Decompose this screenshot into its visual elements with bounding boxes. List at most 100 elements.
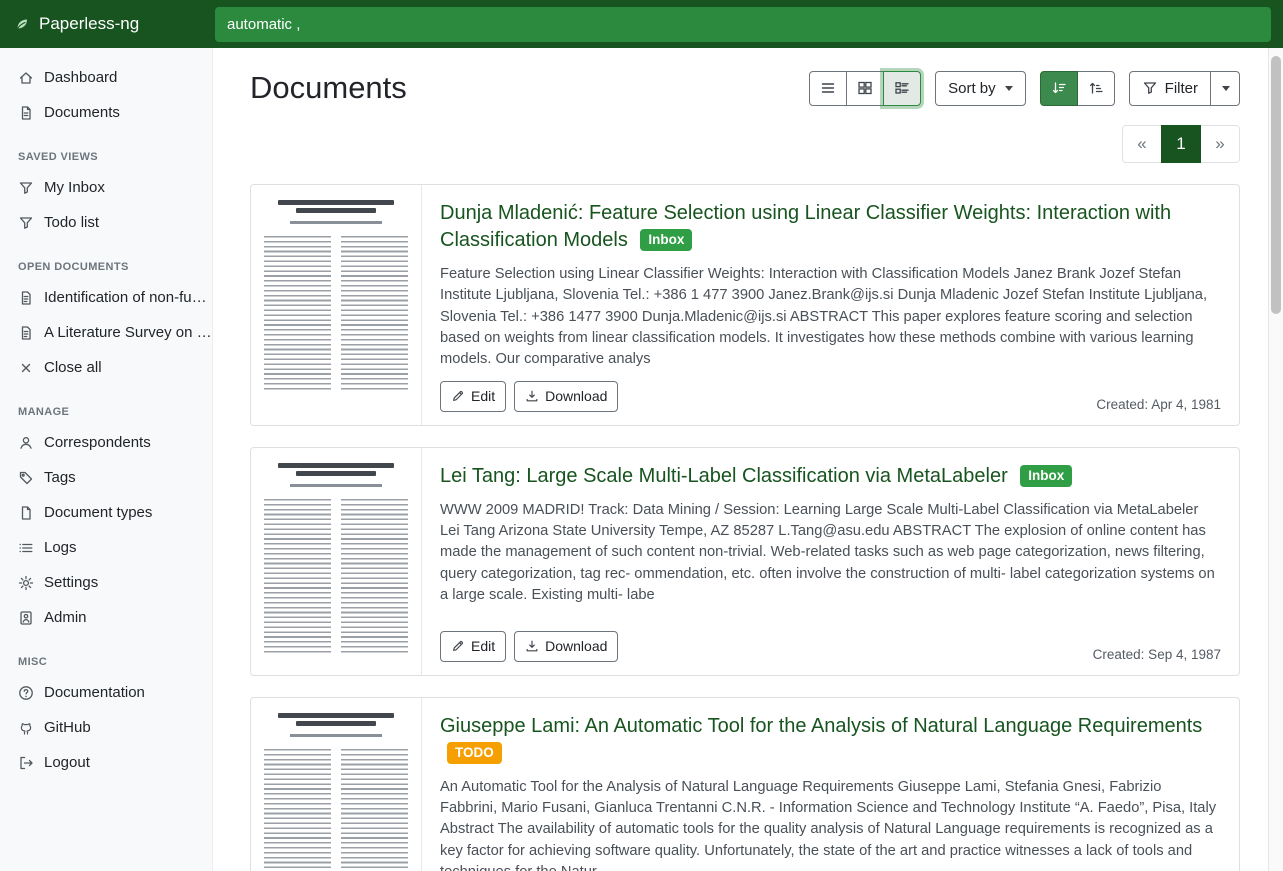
created-date: Created: Apr 4, 1981 <box>1096 397 1221 412</box>
sidebar: Dashboard Documents SAVED VIEWS My Inbox… <box>0 48 213 871</box>
sidebar-item-label: Todo list <box>44 214 99 231</box>
sidebar-item-dashboard[interactable]: Dashboard <box>0 60 212 95</box>
sidebar-section-manage: MANAGE <box>0 385 212 425</box>
thumbnail-columns <box>264 749 408 871</box>
sort-direction-group <box>1040 71 1115 106</box>
document-excerpt: WWW 2009 MADRID! Track: Data Mining / Se… <box>440 500 1221 607</box>
file-icon <box>18 505 34 521</box>
edit-label: Edit <box>471 388 495 404</box>
sidebar-item-label: Logout <box>44 754 90 771</box>
sidebar-item-label: Logs <box>44 539 77 556</box>
sidebar-item-documentation[interactable]: Documentation <box>0 675 212 710</box>
document-actions: Edit Download <box>440 631 618 662</box>
file-text-icon <box>18 325 34 341</box>
pencil-icon <box>451 389 465 403</box>
document-title-link[interactable]: Dunja Mladenić: Feature Selection using … <box>440 200 1221 254</box>
sidebar-item-logs[interactable]: Logs <box>0 530 212 565</box>
main-content: Documents <box>213 48 1283 871</box>
sidebar-item-open-document-1[interactable]: Identification of non-fu… <box>0 280 212 315</box>
thumbnail-text-line <box>296 471 377 476</box>
document-title-link[interactable]: Giuseppe Lami: An Automatic Tool for the… <box>440 713 1221 767</box>
sidebar-item-label: Correspondents <box>44 434 151 451</box>
tag-badge-todo[interactable]: TODO <box>447 742 502 764</box>
document-card-body: Lei Tang: Large Scale Multi-Label Classi… <box>422 448 1239 675</box>
thumbnail-text-line <box>290 734 382 737</box>
thumbnail-text-line <box>296 721 377 726</box>
download-icon <box>525 389 539 403</box>
document-thumbnail[interactable] <box>251 185 422 425</box>
edit-label: Edit <box>471 638 495 654</box>
sidebar-item-label: My Inbox <box>44 179 105 196</box>
filter-split-button: Filter <box>1129 71 1240 106</box>
document-actions: Edit Download <box>440 381 618 412</box>
sidebar-item-close-all[interactable]: Close all <box>0 350 212 385</box>
page-header: Documents <box>250 70 1240 106</box>
toolbar: Sort by <box>809 71 1240 106</box>
sidebar-item-github[interactable]: GitHub <box>0 710 212 745</box>
global-search-input[interactable] <box>215 7 1271 42</box>
edit-button[interactable]: Edit <box>440 631 506 662</box>
sidebar-item-correspondents[interactable]: Correspondents <box>0 425 212 460</box>
download-button[interactable]: Download <box>514 631 618 662</box>
view-toggle-group <box>809 71 921 106</box>
sidebar-section-open-documents: OPEN DOCUMENTS <box>0 240 212 280</box>
sidebar-item-label: Admin <box>44 609 87 626</box>
edit-button[interactable]: Edit <box>440 381 506 412</box>
sort-by-dropdown[interactable]: Sort by <box>935 71 1026 106</box>
document-card-footer: Edit Download Created: Apr 4, 1981 <box>440 371 1221 412</box>
file-text-icon <box>18 290 34 306</box>
sidebar-item-tags[interactable]: Tags <box>0 460 212 495</box>
sidebar-item-documents[interactable]: Documents <box>0 95 212 130</box>
thumbnail-columns <box>264 499 408 655</box>
thumbnail-columns <box>264 236 408 392</box>
sort-alpha-up-icon <box>1088 80 1104 96</box>
sidebar-item-label: Dashboard <box>44 69 117 86</box>
person-icon <box>18 435 34 451</box>
sidebar-section-saved-views: SAVED VIEWS <box>0 130 212 170</box>
funnel-icon <box>18 215 34 231</box>
global-search-wrap <box>213 7 1283 42</box>
sort-numeric-down-icon <box>1051 80 1067 96</box>
filter-label: Filter <box>1165 80 1198 97</box>
sidebar-item-open-document-2[interactable]: A Literature Survey on … <box>0 315 212 350</box>
tag-badge-inbox[interactable]: Inbox <box>640 229 692 251</box>
funnel-icon <box>18 180 34 196</box>
details-view-button[interactable] <box>883 71 921 106</box>
pagination-prev-button[interactable]: « <box>1122 125 1162 163</box>
grid-view-button[interactable] <box>846 71 884 106</box>
filter-button[interactable]: Filter <box>1129 71 1211 106</box>
paperless-logo-icon <box>14 16 30 32</box>
chevron-down-icon <box>1222 86 1230 91</box>
document-excerpt: An Automatic Tool for the Analysis of Na… <box>440 777 1221 871</box>
sort-descending-button[interactable] <box>1040 71 1078 106</box>
filter-dropdown-toggle[interactable] <box>1210 71 1240 106</box>
details-view-icon <box>894 80 910 96</box>
scrollbar-thumb[interactable] <box>1271 56 1281 314</box>
scrollbar[interactable] <box>1268 48 1283 871</box>
tag-badge-inbox[interactable]: Inbox <box>1020 465 1072 487</box>
funnel-icon <box>1142 80 1158 96</box>
sidebar-item-todo-list[interactable]: Todo list <box>0 205 212 240</box>
sidebar-item-label: Documentation <box>44 684 145 701</box>
sidebar-item-admin[interactable]: Admin <box>0 600 212 635</box>
document-card: Giuseppe Lami: An Automatic Tool for the… <box>250 697 1240 871</box>
pagination-page-1[interactable]: 1 <box>1161 125 1201 163</box>
sidebar-item-label: A Literature Survey on … <box>44 324 212 341</box>
document-thumbnail[interactable] <box>251 448 422 675</box>
sidebar-item-logout[interactable]: Logout <box>0 745 212 780</box>
sidebar-item-settings[interactable]: Settings <box>0 565 212 600</box>
document-title-link[interactable]: Lei Tang: Large Scale Multi-Label Classi… <box>440 463 1221 490</box>
document-thumbnail[interactable] <box>251 698 422 871</box>
list-view-button[interactable] <box>809 71 847 106</box>
app-brand[interactable]: Paperless-ng <box>0 14 213 34</box>
gear-icon <box>18 575 34 591</box>
sidebar-item-document-types[interactable]: Document types <box>0 495 212 530</box>
download-button[interactable]: Download <box>514 381 618 412</box>
pagination-next-button[interactable]: » <box>1200 125 1240 163</box>
sort-alphabetical-button[interactable] <box>1077 71 1115 106</box>
sidebar-item-my-inbox[interactable]: My Inbox <box>0 170 212 205</box>
grid-view-icon <box>857 80 873 96</box>
pagination: « 1 » <box>250 125 1240 163</box>
person-badge-icon <box>18 610 34 626</box>
download-icon <box>525 639 539 653</box>
